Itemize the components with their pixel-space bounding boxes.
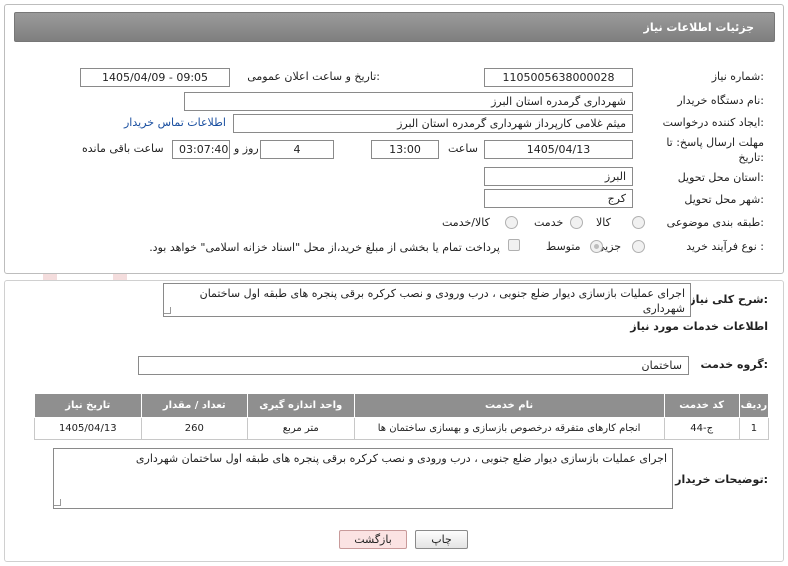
deadline-date-field[interactable]: 1405/04/13 xyxy=(484,140,633,159)
creator-label: ایجاد کننده درخواست: xyxy=(662,116,764,129)
col-service-name: نام خدمت xyxy=(353,393,665,418)
province-label: استان محل تحویل: xyxy=(677,171,764,184)
deadline-time-field[interactable]: 13:00 xyxy=(371,140,439,159)
service-group-field[interactable]: ساختمان xyxy=(138,356,689,375)
services-table: ردیف کد خدمت نام خدمت واحد اندازه گیری ت… xyxy=(34,393,770,440)
city-field[interactable]: کرج xyxy=(484,189,633,208)
purchase-minor-radio[interactable] xyxy=(632,240,645,253)
city-label: شهر محل تحویل: xyxy=(684,193,764,206)
services-section-title: اطلاعات خدمات مورد نیاز xyxy=(630,320,768,333)
deadline-label-line2: تاریخ: xyxy=(738,151,764,164)
col-quantity: تعداد / مقدار xyxy=(140,393,249,418)
service-group-label: گروه خدمت: xyxy=(700,358,768,371)
announce-datetime-field[interactable]: 1405/04/09 - 09:05 xyxy=(80,68,230,87)
table-row: 1 ج-44 انجام کارهای متفرقه درخصوص بازساز… xyxy=(34,417,770,440)
col-need-date: تاریخ نیاز xyxy=(34,393,142,418)
purchase-type-label: نوع فرآیند خرید : xyxy=(686,240,764,253)
category-goods-service-radio[interactable] xyxy=(505,216,518,229)
remaining-time-label: ساعت باقی مانده xyxy=(82,142,164,155)
buyer-notes-resize-handle[interactable] xyxy=(54,499,61,506)
announce-datetime-label: تاریخ و ساعت اعلان عمومی: xyxy=(247,70,380,83)
days-label: روز و xyxy=(234,142,259,155)
purchase-medium-label: متوسط xyxy=(546,240,581,253)
treasury-payment-note: پرداخت تمام یا بخشی از مبلغ خرید،از محل … xyxy=(149,241,500,254)
col-unit: واحد اندازه گیری xyxy=(247,393,355,418)
deadline-hour-label: ساعت xyxy=(448,142,478,155)
buyer-org-field[interactable]: شهرداری گرمدره استان البرز xyxy=(184,92,633,111)
need-number-field[interactable]: 1105005638000028 xyxy=(484,68,633,87)
need-number-label: شماره نیاز: xyxy=(711,70,764,83)
services-table-header: ردیف کد خدمت نام خدمت واحد اندازه گیری ت… xyxy=(34,393,770,418)
category-service-label: خدمت xyxy=(534,216,564,229)
back-button[interactable]: بازگشت xyxy=(339,530,407,549)
buyer-contact-link[interactable]: اطلاعات تماس خریدار xyxy=(124,116,226,129)
panel-title-bar: جزئیات اطلاعات نیاز xyxy=(14,12,775,42)
purchase-medium-radio[interactable] xyxy=(590,240,603,253)
buyer-notes-textarea[interactable]: اجرای عملیات بازسازی دیوار ضلع جنوبی ، د… xyxy=(53,448,673,509)
category-goods-label: کالا xyxy=(596,216,611,229)
cell-row-number: 1 xyxy=(738,417,770,440)
remaining-time-field[interactable]: 03:07:40 xyxy=(172,140,230,159)
summary-textarea[interactable]: اجرای عملیات بازسازی دیوار ضلع جنوبی ، د… xyxy=(163,283,691,317)
deadline-label-line1: مهلت ارسال پاسخ: تا xyxy=(666,136,764,149)
col-service-code: کد خدمت xyxy=(663,393,740,418)
category-goods-radio[interactable] xyxy=(632,216,645,229)
page-title: جزئیات اطلاعات نیاز xyxy=(643,21,755,34)
days-remaining-field[interactable]: 4 xyxy=(260,140,334,159)
creator-field[interactable]: میثم غلامی کارپرداز شهرداری گرمدره استان… xyxy=(233,114,633,133)
cell-quantity: 260 xyxy=(140,417,249,440)
cell-need-date: 1405/04/13 xyxy=(34,417,142,440)
summary-resize-handle[interactable] xyxy=(164,307,171,314)
summary-label: شرح کلی نیاز: xyxy=(689,293,768,306)
category-service-radio[interactable] xyxy=(570,216,583,229)
print-button[interactable]: چاپ xyxy=(415,530,468,549)
buyer-notes-label: توضیحات خریدار: xyxy=(675,473,768,486)
category-goods-service-label: کالا/خدمت xyxy=(442,216,490,229)
cell-unit: متر مربع xyxy=(247,417,355,440)
treasury-payment-checkbox[interactable] xyxy=(508,239,520,251)
cell-service-code: ج-44 xyxy=(663,417,740,440)
cell-service-name: انجام کارهای متفرقه درخصوص بازسازی و بهس… xyxy=(353,417,665,440)
category-label: طبقه بندی موضوعی: xyxy=(666,216,764,229)
province-field[interactable]: البرز xyxy=(484,167,633,186)
col-row-number: ردیف xyxy=(738,393,770,418)
buyer-org-label: نام دستگاه خریدار: xyxy=(677,94,764,107)
